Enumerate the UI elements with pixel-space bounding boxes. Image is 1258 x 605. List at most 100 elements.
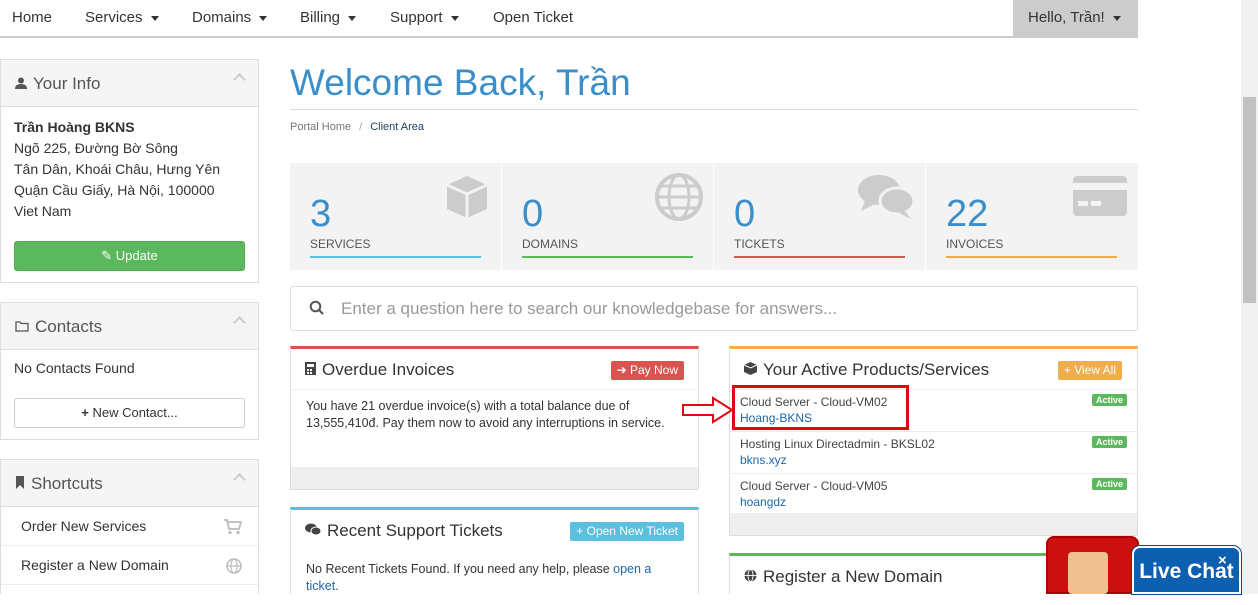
services-accent-bar xyxy=(310,256,481,258)
plus-icon: + xyxy=(1063,363,1071,377)
user-menu[interactable]: Hello, Trần! xyxy=(1013,0,1138,38)
title-divider xyxy=(290,109,1138,110)
cart-icon xyxy=(224,507,243,546)
your-info-title: Your Info xyxy=(33,74,101,93)
active-products-card: Your Active Products/Services + View All… xyxy=(729,346,1138,536)
globe-icon xyxy=(744,557,757,598)
chevron-down-icon xyxy=(150,15,159,21)
overdue-invoices-card: Overdue Invoices ➔ Pay Now You have 21 o… xyxy=(290,346,699,490)
nav-services-label: Services xyxy=(85,9,143,26)
card-footer xyxy=(291,467,698,489)
status-badge: Active xyxy=(1091,436,1127,448)
contacts-header[interactable]: Contacts xyxy=(1,303,258,350)
tickets-count: 0 xyxy=(734,193,756,235)
address-line-3: Quận Cầu Giấy, Hà Nội, 100000 xyxy=(14,182,215,198)
tile-services[interactable]: 3 SERVICES xyxy=(290,163,501,270)
tickets-label: TICKETS xyxy=(734,237,785,251)
chevron-up-icon[interactable] xyxy=(233,316,246,329)
open-new-ticket-label: Open New Ticket xyxy=(586,524,678,538)
register-domain-title: Register a New Domain xyxy=(763,567,943,586)
open-new-ticket-button[interactable]: + Open New Ticket xyxy=(570,522,684,541)
shortcut-register-domain[interactable]: Register a New Domain xyxy=(1,546,258,585)
product-domain[interactable]: bkns.xyz xyxy=(740,453,787,467)
support-tickets-header: Recent Support Tickets + Open New Ticket xyxy=(291,510,698,551)
arrow-right-icon: ➔ xyxy=(616,363,627,377)
overdue-invoices-text: You have 21 overdue invoice(s) with a to… xyxy=(306,399,665,430)
address-line-1: Ngõ 225, Đường Bờ Sông xyxy=(14,140,178,156)
support-tickets-title: Recent Support Tickets xyxy=(327,521,503,540)
pay-now-button[interactable]: ➔ Pay Now xyxy=(610,361,684,380)
top-navbar: Home Services Domains Billing Support Op… xyxy=(0,0,1138,38)
cube-icon xyxy=(443,173,491,226)
user-icon xyxy=(15,61,27,108)
search-input[interactable] xyxy=(341,297,1121,321)
overdue-invoices-title: Overdue Invoices xyxy=(322,360,455,379)
scrollbar-thumb[interactable] xyxy=(1243,97,1256,303)
breadcrumb-client-area: Client Area xyxy=(370,121,425,133)
search-icon xyxy=(309,300,325,321)
no-tickets-text: No Recent Tickets Found. If you need any… xyxy=(306,562,610,576)
breadcrumb-separator: / xyxy=(359,121,363,133)
plus-icon: + xyxy=(576,524,584,538)
no-contacts-text: No Contacts Found xyxy=(14,360,135,376)
breadcrumb-portal-home[interactable]: Portal Home xyxy=(290,121,351,133)
shortcut-order-new-services[interactable]: Order New Services xyxy=(1,507,258,546)
no-tickets-period: . xyxy=(335,579,339,593)
chevron-up-icon[interactable] xyxy=(233,473,246,486)
avatar xyxy=(1068,552,1108,594)
domains-accent-bar xyxy=(522,256,693,258)
active-products-header: Your Active Products/Services + View All xyxy=(730,349,1137,390)
your-info-body: Trần Hoàng BKNS Ngõ 225, Đường Bờ Sông T… xyxy=(1,107,258,232)
product-row[interactable]: Hosting Linux Directadmin - BKSL02 bkns.… xyxy=(730,432,1137,474)
domains-label: DOMAINS xyxy=(522,237,579,251)
product-name: Hosting Linux Directadmin - BKSL02 xyxy=(740,437,935,451)
update-button[interactable]: ✎ Update xyxy=(14,241,245,271)
shortcuts-title: Shortcuts xyxy=(31,474,103,493)
product-domain[interactable]: hoangdz xyxy=(740,495,786,509)
client-name: Trần Hoàng BKNS xyxy=(14,119,135,135)
nav-billing-label: Billing xyxy=(300,9,341,26)
close-icon[interactable]: × xyxy=(1218,552,1227,569)
new-contact-button[interactable]: + New Contact... xyxy=(14,398,245,428)
contacts-title: Contacts xyxy=(35,317,103,336)
nav-domains-label: Domains xyxy=(192,9,252,26)
view-all-button[interactable]: + View All xyxy=(1057,361,1122,380)
tile-domains[interactable]: 0 DOMAINS xyxy=(502,163,713,270)
invoices-label: INVOICES xyxy=(946,237,1004,251)
invoices-accent-bar xyxy=(946,256,1117,258)
tile-tickets[interactable]: 0 TICKETS xyxy=(714,163,925,270)
folder-icon xyxy=(15,304,29,351)
nav-support[interactable]: Support xyxy=(390,0,459,36)
your-info-panel: Your Info Trần Hoàng BKNS Ngõ 225, Đường… xyxy=(0,59,259,283)
comments-icon xyxy=(857,173,916,226)
nav-services[interactable]: Services xyxy=(85,0,159,36)
shortcuts-header[interactable]: Shortcuts xyxy=(1,460,258,507)
domains-count: 0 xyxy=(522,193,544,235)
product-row[interactable]: Cloud Server - Cloud-VM05 hoangdz Active xyxy=(730,474,1137,516)
page-title: Welcome Back, Trần xyxy=(290,62,631,103)
tile-invoices[interactable]: 22 INVOICES xyxy=(926,163,1138,270)
chevron-up-icon[interactable] xyxy=(233,73,246,86)
contacts-panel: Contacts No Contacts Found + New Contact… xyxy=(0,302,259,440)
status-badge: Active xyxy=(1091,478,1127,490)
shortcut-label: Order New Services xyxy=(21,518,147,534)
comments-icon xyxy=(305,511,322,552)
calculator-icon xyxy=(305,350,316,391)
nav-home[interactable]: Home xyxy=(12,0,52,36)
highlight-box xyxy=(732,385,909,430)
support-tickets-body: No Recent Tickets Found. If you need any… xyxy=(291,551,698,605)
chevron-down-icon xyxy=(259,15,268,21)
shortcuts-panel: Shortcuts Order New Services Register a … xyxy=(0,459,259,594)
pencil-icon: ✎ xyxy=(101,248,113,263)
services-count: 3 xyxy=(310,193,332,235)
services-label: SERVICES xyxy=(310,237,371,251)
status-badge: Active xyxy=(1091,394,1127,406)
nav-billing[interactable]: Billing xyxy=(300,0,357,36)
nav-open-ticket[interactable]: Open Ticket xyxy=(493,0,573,36)
arrow-right-icon xyxy=(682,396,734,424)
support-tickets-card: Recent Support Tickets + Open New Ticket… xyxy=(290,507,699,594)
active-products-title: Your Active Products/Services xyxy=(763,360,990,379)
shortcut-label: Register a New Domain xyxy=(21,557,169,573)
your-info-header[interactable]: Your Info xyxy=(1,60,258,107)
nav-domains[interactable]: Domains xyxy=(192,0,268,36)
